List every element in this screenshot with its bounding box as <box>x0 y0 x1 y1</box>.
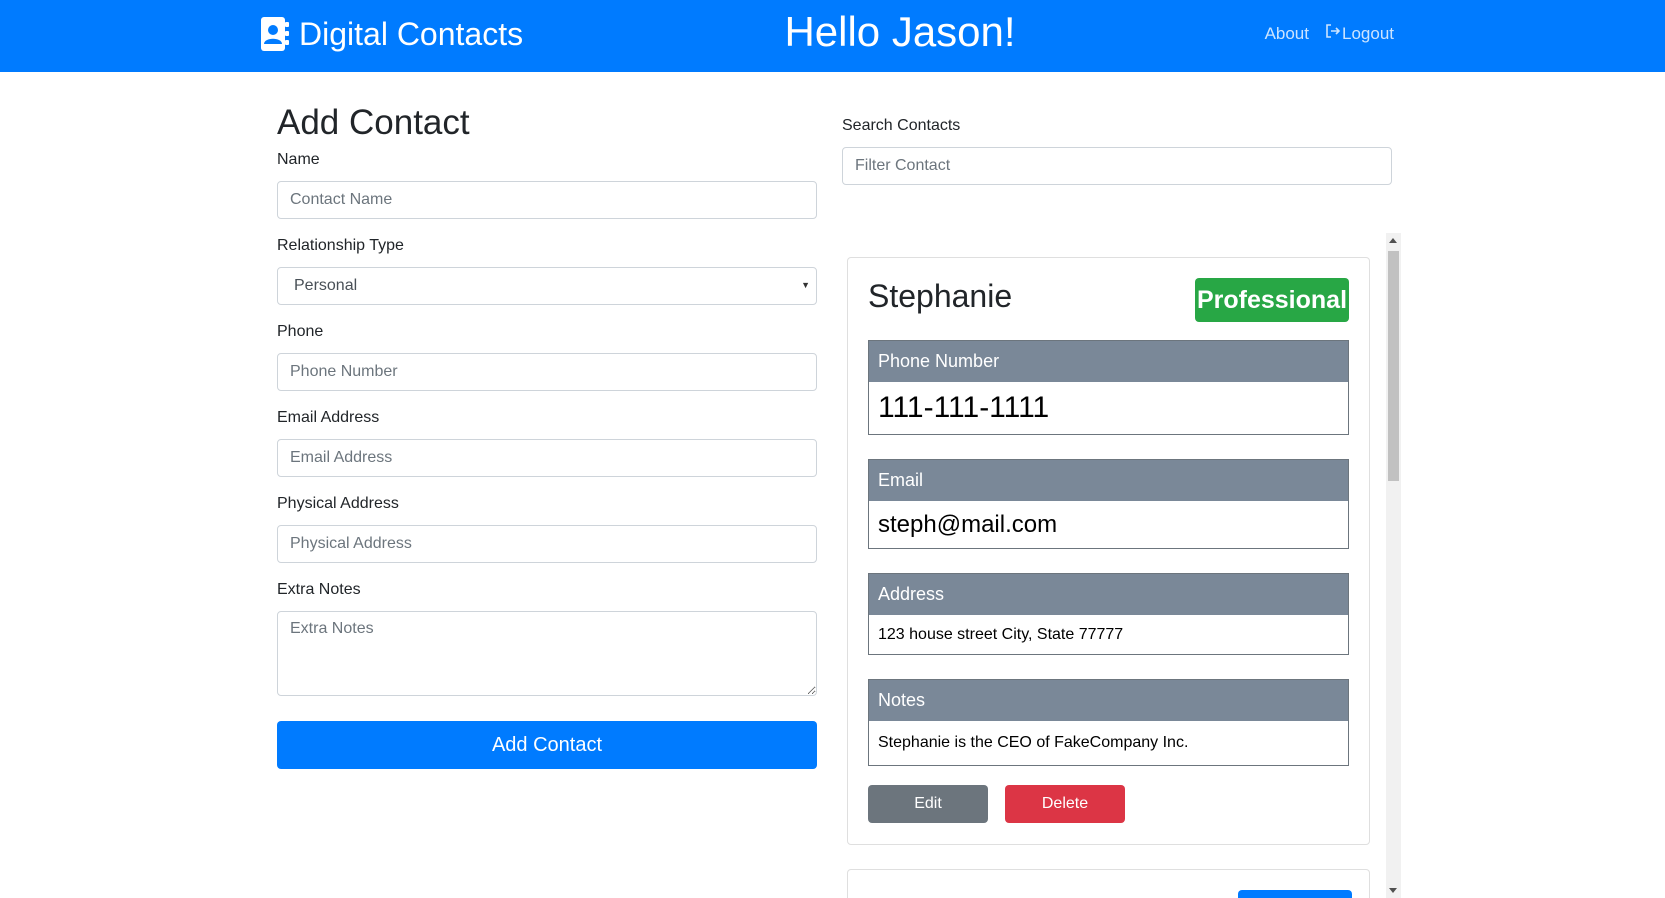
logout-icon <box>1326 24 1341 38</box>
physical-address-input[interactable] <box>277 525 817 563</box>
phone-value: 111-111-1111 <box>878 391 1050 424</box>
notes-field: Notes Stephanie is the CEO of FakeCompan… <box>868 679 1349 766</box>
phone-field: Phone Number 111-111-1111 <box>868 340 1349 435</box>
nav-links: About Logout <box>1265 24 1394 44</box>
address-value: 123 house street City, State 77777 <box>878 625 1124 643</box>
extra-notes-textarea[interactable] <box>277 611 817 696</box>
add-contact-form: Add Contact <box>277 100 817 146</box>
navbar: Digital Contacts Hello Jason! About Logo… <box>0 0 1665 72</box>
relationship-value: Personal <box>294 277 358 294</box>
add-contact-button[interactable]: Add Contact <box>277 721 817 769</box>
logout-label: Logout <box>1342 24 1394 43</box>
phone-field-header: Phone Number <box>869 341 1348 382</box>
notes-value: Stephanie is the CEO of FakeCompany Inc. <box>878 734 1189 751</box>
scrollbar-thumb[interactable] <box>1388 251 1399 481</box>
email-field-header: Email <box>869 460 1348 501</box>
relationship-badge: Professional <box>1195 278 1349 322</box>
email-field: Email steph@mail.com <box>868 459 1349 549</box>
contact-name: Stephanie <box>868 278 1013 314</box>
contact-name-input[interactable] <box>277 181 817 219</box>
email-input[interactable] <box>277 439 817 477</box>
name-label: Name <box>277 151 320 168</box>
contact-list[interactable]: Stephanie Professional Phone Number 111-… <box>842 233 1402 898</box>
address-field-header: Address <box>869 574 1348 615</box>
relationship-label: Relationship Type <box>277 237 404 254</box>
greeting: Hello Jason! <box>784 8 1016 55</box>
scrollbar[interactable] <box>1386 233 1401 898</box>
delete-button[interactable]: Delete <box>1005 785 1125 823</box>
logout-link[interactable]: Logout <box>1325 24 1394 44</box>
edit-button[interactable]: Edit <box>868 785 988 823</box>
search-label: Search Contacts <box>842 117 961 134</box>
relationship-badge-partial <box>1238 890 1352 898</box>
notes-field-header: Notes <box>869 680 1348 721</box>
phone-input[interactable] <box>277 353 817 391</box>
email-value: steph@mail.com <box>878 510 1058 538</box>
search-input[interactable] <box>842 147 1392 185</box>
about-link[interactable]: About <box>1265 24 1309 44</box>
phone-label: Phone <box>277 323 324 340</box>
scroll-down-icon[interactable] <box>1389 888 1397 893</box>
address-label: Physical Address <box>277 495 399 512</box>
chevron-down-icon: ▼ <box>801 280 810 290</box>
form-heading: Add Contact <box>277 103 470 142</box>
relationship-select[interactable]: Personal ▼ <box>277 267 817 305</box>
contact-card-next <box>847 869 1370 898</box>
notes-label: Extra Notes <box>277 581 361 598</box>
email-label: Email Address <box>277 409 380 426</box>
scroll-up-icon[interactable] <box>1389 238 1397 243</box>
address-field: Address 123 house street City, State 777… <box>868 573 1349 655</box>
contact-card: Stephanie Professional Phone Number 111-… <box>847 257 1370 845</box>
